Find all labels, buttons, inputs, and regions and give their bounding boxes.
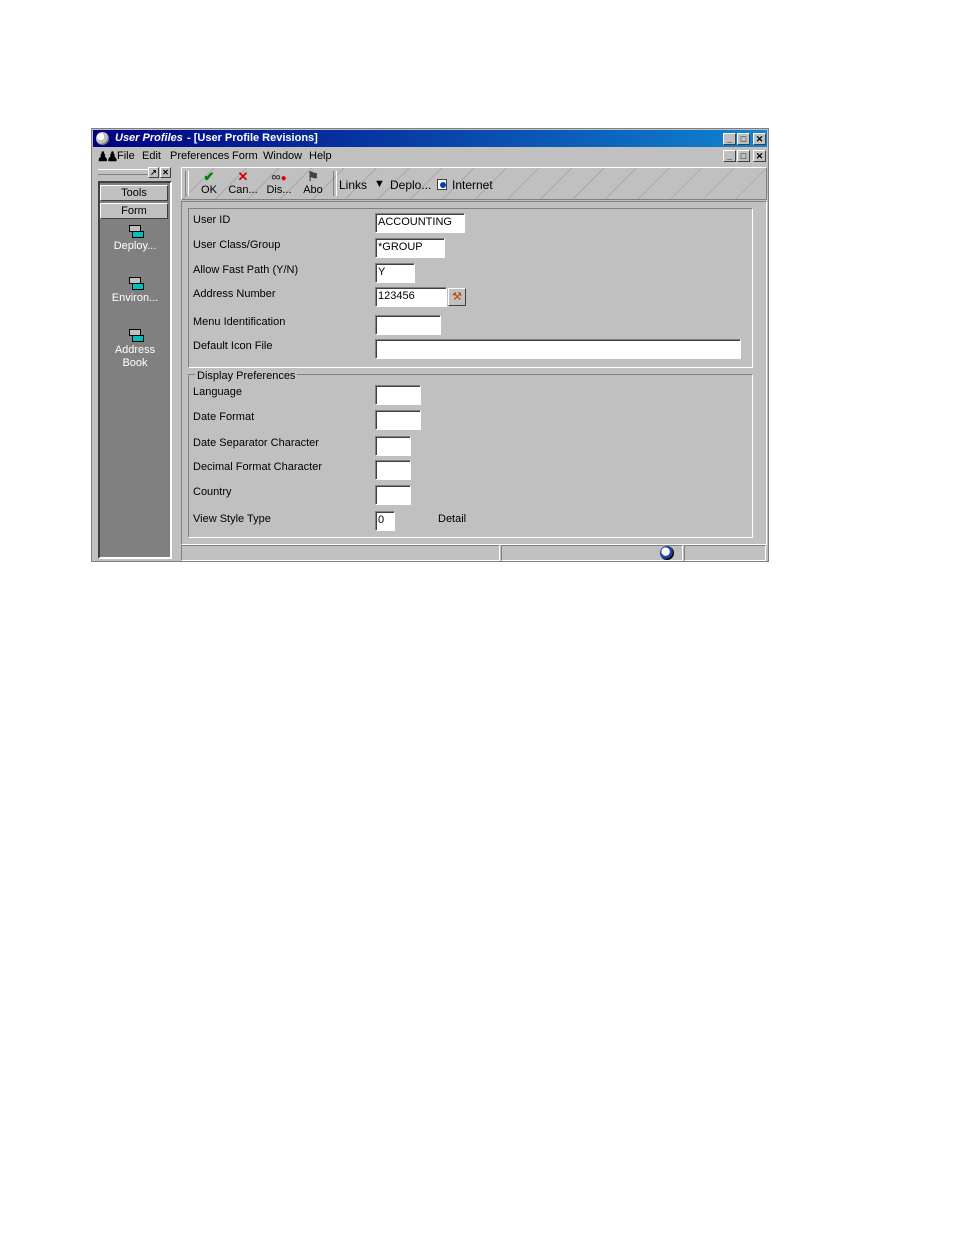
- sidebar-panel: Tools Form Deploy... Environ... Address …: [98, 181, 172, 559]
- date-format-field[interactable]: [375, 410, 421, 430]
- links-menu[interactable]: Links: [339, 178, 367, 192]
- sidebar-item-label: Address Book: [114, 344, 156, 369]
- title-bar: User Profiles - [User Profile Revisions]…: [93, 130, 767, 147]
- internet-link[interactable]: Internet: [452, 178, 493, 192]
- country-label: Country: [193, 486, 232, 498]
- sidebar-float-button[interactable]: ↗: [148, 167, 159, 178]
- status-panel-1: [181, 545, 500, 561]
- menu-form[interactable]: Form: [232, 150, 258, 162]
- doc-minimize-button[interactable]: _: [723, 150, 736, 162]
- date-separator-label: Date Separator Character: [193, 437, 319, 449]
- internet-icon: [437, 179, 447, 190]
- doc-restore-button[interactable]: □: [737, 150, 750, 162]
- about-icon: ⚑: [307, 169, 319, 184]
- search-visual-assist-icon[interactable]: ⚒: [448, 288, 466, 306]
- globe-icon: [660, 546, 674, 560]
- cancel-button[interactable]: ✕ Can...: [228, 170, 258, 198]
- user-id-field[interactable]: ACCOUNTING: [375, 213, 465, 233]
- chevron-down-icon[interactable]: ▼: [374, 178, 385, 190]
- language-label: Language: [193, 386, 242, 398]
- decimal-format-label: Decimal Format Character: [193, 461, 322, 473]
- globe-icon: [96, 132, 109, 145]
- menu-preferences[interactable]: Preferences: [170, 150, 229, 162]
- deploy-menu[interactable]: Deplo...: [390, 178, 431, 192]
- toolbar-separator: [333, 171, 337, 196]
- display-button[interactable]: ∞● Dis...: [264, 170, 294, 198]
- sidebar-grip[interactable]: [98, 169, 150, 175]
- sidebar-tools-button[interactable]: Tools: [100, 185, 168, 201]
- about-label: Abo: [303, 184, 323, 196]
- doc-close-button[interactable]: ✕: [753, 150, 766, 162]
- app-window: User Profiles - [User Profile Revisions]…: [91, 128, 769, 562]
- menu-window[interactable]: Window: [263, 150, 302, 162]
- sidebar-item-label: Environ...: [111, 292, 159, 304]
- view-style-field[interactable]: 0: [375, 511, 395, 531]
- menu-help[interactable]: Help: [309, 150, 332, 162]
- menu-file[interactable]: File: [117, 150, 135, 162]
- maximize-button[interactable]: □: [737, 133, 750, 145]
- address-number-field[interactable]: 123456: [375, 287, 447, 307]
- sidebar-item-label: Deploy...: [113, 240, 157, 252]
- document-title: - [User Profile Revisions]: [187, 132, 318, 144]
- menu-bar: ♟♟ File Edit Preferences Form Window Hel…: [93, 148, 767, 165]
- sidebar-close-button[interactable]: ✕: [160, 167, 171, 178]
- date-separator-field[interactable]: [375, 436, 411, 456]
- status-panel-3: [684, 545, 766, 561]
- checkmark-icon: ✔: [203, 169, 215, 184]
- menu-id-label: Menu Identification: [193, 316, 286, 328]
- display-preferences-title: Display Preferences: [195, 370, 298, 382]
- minimize-button[interactable]: _: [723, 133, 736, 145]
- sidebar-form-button[interactable]: Form: [100, 203, 168, 219]
- form-icon: [128, 277, 144, 290]
- user-class-field[interactable]: *GROUP: [375, 238, 445, 258]
- ok-label: OK: [201, 184, 217, 196]
- language-field[interactable]: [375, 385, 421, 405]
- sidebar-item-environ[interactable]: Environ...: [100, 277, 170, 305]
- display-icon: ∞●: [271, 169, 287, 185]
- toolbar-grip: [185, 171, 189, 196]
- sidebar-item-address-book[interactable]: Address Book: [100, 329, 170, 370]
- app-title: User Profiles: [115, 132, 183, 144]
- form-area: User ID ACCOUNTING User Class/Group *GRO…: [181, 201, 767, 545]
- display-label: Dis...: [266, 184, 292, 196]
- date-format-label: Date Format: [193, 411, 255, 423]
- sidebar-item-deploy[interactable]: Deploy...: [100, 225, 170, 253]
- decimal-format-field[interactable]: [375, 460, 411, 480]
- icon-file-label: Default Icon File: [193, 340, 273, 352]
- toolbar: ✔ OK ✕ Can... ∞● Dis... ⚑ Abo Links ▼ De…: [181, 167, 767, 200]
- form-icon: [128, 225, 144, 238]
- menu-edit[interactable]: Edit: [142, 150, 161, 162]
- display-preferences-group: [188, 374, 753, 538]
- address-number-label: Address Number: [193, 288, 276, 300]
- x-icon: ✕: [237, 169, 249, 184]
- cancel-label: Can...: [228, 184, 258, 196]
- menu-id-field[interactable]: [375, 315, 441, 335]
- form-icon: [128, 329, 144, 342]
- user-class-label: User Class/Group: [193, 239, 281, 251]
- fast-path-field[interactable]: Y: [375, 263, 415, 283]
- user-id-label: User ID: [193, 214, 231, 226]
- view-style-label: View Style Type: [193, 513, 271, 525]
- about-button[interactable]: ⚑ Abo: [298, 170, 328, 198]
- status-panel-2: [501, 545, 683, 561]
- view-style-description: Detail: [438, 513, 467, 525]
- ok-button[interactable]: ✔ OK: [194, 170, 224, 198]
- status-bar: [181, 545, 767, 561]
- icon-file-field[interactable]: [375, 339, 741, 359]
- people-icon: ♟♟: [97, 149, 118, 164]
- fast-path-label: Allow Fast Path (Y/N): [193, 264, 299, 276]
- close-button[interactable]: ✕: [753, 133, 766, 145]
- country-field[interactable]: [375, 485, 411, 505]
